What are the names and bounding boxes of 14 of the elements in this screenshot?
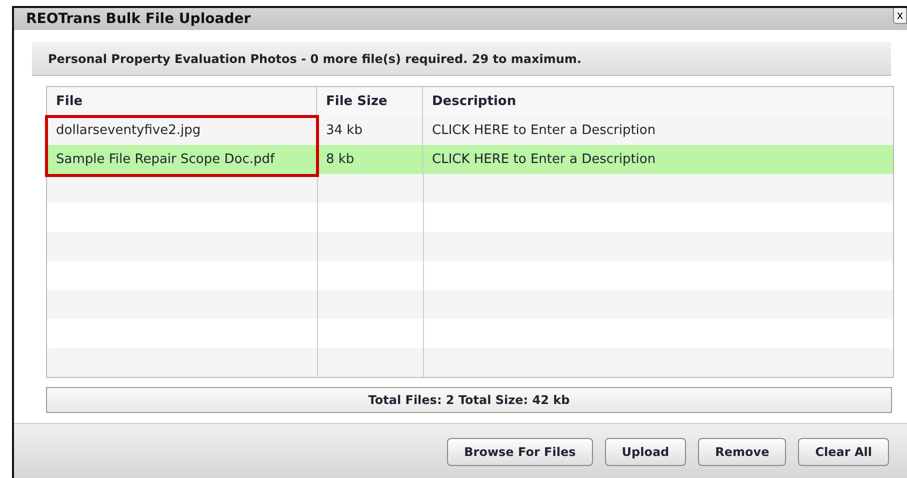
description-link[interactable]: CLICK HERE to Enter a Description bbox=[423, 145, 893, 174]
action-button[interactable]: Clear All bbox=[798, 438, 889, 466]
file-row[interactable]: Sample File Repair Scope Doc.pdf 8 kb CLICK HERE to Enter a Description bbox=[47, 145, 893, 174]
column-header: Description bbox=[431, 93, 518, 112]
section-header: Personal Property Evaluation Photos - 0 more file(s) required. 29 to maximum. bbox=[32, 42, 891, 76]
file-row[interactable]: dollarseventyfive2.jpg 34 kb CLICK HERE to Enter a Description bbox=[47, 116, 893, 146]
action-button[interactable]: Upload bbox=[604, 438, 686, 466]
close-button[interactable]: x bbox=[893, 8, 907, 24]
column-header: File bbox=[47, 87, 317, 116]
action-button[interactable]: Remove bbox=[698, 438, 786, 466]
totals-bar: Total Files: 2 Total Size: 42 kb bbox=[46, 387, 892, 414]
action-button[interactable]: Browse For Files bbox=[447, 438, 593, 466]
description-link[interactable]: CLICK HERE to Enter a Description bbox=[423, 116, 893, 146]
window-title: REOTrans Bulk File Uploader bbox=[26, 11, 251, 28]
